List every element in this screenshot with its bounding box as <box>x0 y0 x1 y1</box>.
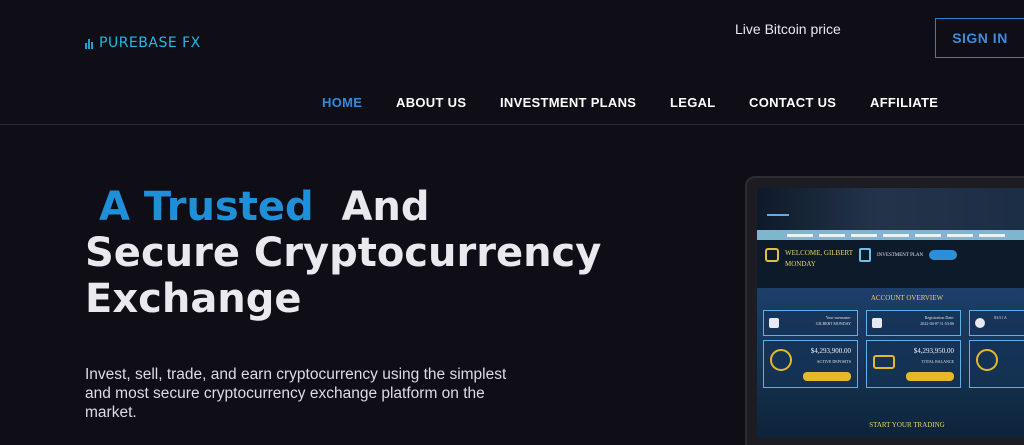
laptop-mockup: ​ WELCOME, GILBERT MONDAY INVESTMENT PLA… <box>745 176 1024 445</box>
mockup-card2-line2: 2022-04-07 11:53:06 <box>920 321 954 326</box>
mockup-start-trading: START YOUR TRADING <box>869 421 945 429</box>
mockup-header: ​ <box>757 188 1024 230</box>
mockup-logo-icon <box>767 202 789 216</box>
mockup-nav <box>757 230 1024 240</box>
mockup-card1-line2: GILBERT MONDAY <box>815 321 851 326</box>
nav-contact-us[interactable]: CONTACT US <box>749 95 836 110</box>
hero-subtitle: Invest, sell, trade, and earn cryptocurr… <box>85 366 507 421</box>
hero-title-line3: Exchange <box>85 276 302 322</box>
mockup-deposits-card: $4,293,900.00 ACTIVE DEPOSITS <box>763 340 858 388</box>
mockup-invest-label: INVESTMENT PLAN <box>877 252 924 258</box>
mockup-invest-button <box>929 250 958 260</box>
hero-title: A Trusted And Secure Cryptocurrency Exch… <box>85 184 601 322</box>
user-icon <box>769 318 779 328</box>
nav-home[interactable]: HOME <box>322 95 362 110</box>
bars-icon <box>85 37 95 49</box>
mockup-time-card: 03:51 A <box>969 310 1024 336</box>
hero-title-accent: A Trusted <box>98 184 314 230</box>
cash-icon <box>873 355 895 369</box>
dollar-coin-icon <box>770 349 792 371</box>
clock-icon <box>975 318 985 328</box>
hero-title-rest: And <box>341 184 430 230</box>
mockup-investment-plan: INVESTMENT PLAN <box>859 248 958 262</box>
mockup-earnings-card <box>969 340 1024 388</box>
plan-icon <box>859 248 871 262</box>
mockup-welcome: WELCOME, GILBERT MONDAY <box>765 248 853 270</box>
brand-name: PUREBASE FX <box>99 35 201 51</box>
hero-title-line2: Secure Cryptocurrency <box>85 230 602 276</box>
calendar-icon <box>872 318 882 328</box>
mockup-registration-card: Registration Date: 2022-04-07 11:53:06 <box>866 310 961 336</box>
mockup-balance-value: $4,293,950.00 <box>913 347 954 355</box>
brand-logo[interactable]: PUREBASE FX <box>85 35 201 51</box>
nav-about-us[interactable]: ABOUT US <box>396 95 466 110</box>
nav-affiliate[interactable]: AFFILIATE <box>870 95 938 110</box>
mockup-username-card: Your username: GILBERT MONDAY <box>763 310 858 336</box>
nav-legal[interactable]: LEGAL <box>670 95 716 110</box>
sign-in-button[interactable]: SIGN IN <box>935 18 1024 58</box>
mockup-deposit-label: ACTIVE DEPOSITS <box>816 359 851 364</box>
nav-investment-plans[interactable]: INVESTMENT PLANS <box>500 95 636 110</box>
user-icon <box>765 248 779 262</box>
nav-divider <box>0 124 1024 125</box>
dashboard-screenshot: ​ WELCOME, GILBERT MONDAY INVESTMENT PLA… <box>757 188 1024 438</box>
live-price-label: Live Bitcoin price <box>735 21 841 37</box>
mockup-account-overview: ACCOUNT OVERVIEW Your username: GILBERT … <box>757 288 1024 438</box>
mockup-card3-line1: 03:51 A <box>994 315 1007 320</box>
mockup-deposit-button <box>803 372 851 381</box>
mockup-welcome-line1: WELCOME, GILBERT <box>785 249 854 257</box>
mockup-deposit-value: $4,293,900.00 <box>810 347 851 355</box>
mockup-balance-label: TOTAL BALANCE <box>921 359 954 364</box>
mockup-balance-button <box>906 372 954 381</box>
mockup-balance-card: $4,293,950.00 TOTAL BALANCE <box>866 340 961 388</box>
mockup-overview-title: ACCOUNT OVERVIEW <box>870 294 944 302</box>
mockup-welcome-line2: MONDAY <box>785 260 816 268</box>
main-nav: HOME ABOUT US INVESTMENT PLANS LEGAL CON… <box>0 95 1024 115</box>
hand-coin-icon <box>976 349 998 371</box>
